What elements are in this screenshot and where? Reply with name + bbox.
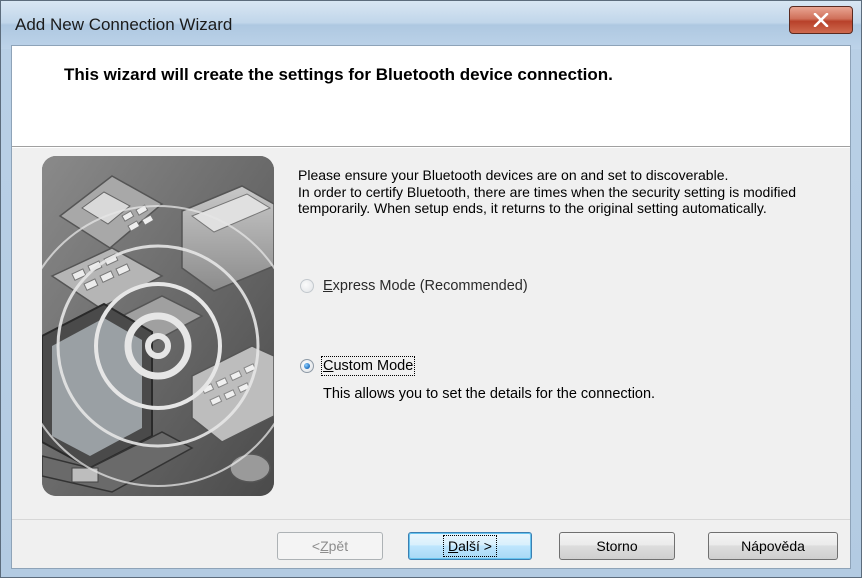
title-bar[interactable]: Add New Connection Wizard bbox=[1, 1, 861, 49]
help-button[interactable]: Nápověda bbox=[708, 532, 838, 560]
illustration-graphic bbox=[42, 156, 274, 496]
next-button-label: Další > bbox=[443, 535, 497, 557]
wizard-window: Add New Connection Wizard This wizard wi… bbox=[0, 0, 862, 578]
bluetooth-devices-illustration bbox=[42, 156, 274, 496]
header-title: This wizard will create the settings for… bbox=[64, 65, 613, 84]
back-button[interactable]: < Zpět bbox=[277, 532, 383, 560]
custom-mode-radio[interactable] bbox=[300, 359, 314, 373]
instruction-line-1: Please ensure your Bluetooth devices are… bbox=[298, 167, 729, 183]
header-divider bbox=[12, 147, 850, 148]
next-button[interactable]: Další > bbox=[408, 532, 532, 560]
instruction-line-2: In order to certify Bluetooth, there are… bbox=[298, 183, 797, 217]
express-mode-option[interactable]: Express Mode (Recommended) bbox=[300, 278, 528, 294]
express-mode-radio[interactable] bbox=[300, 279, 314, 293]
express-mode-label: Express Mode (Recommended) bbox=[323, 278, 528, 294]
close-x-icon bbox=[813, 13, 829, 27]
custom-mode-label: Custom Mode bbox=[320, 356, 416, 376]
footer-separator bbox=[12, 519, 850, 520]
wizard-client-area: This wizard will create the settings for… bbox=[11, 45, 851, 569]
custom-mode-option[interactable]: Custom Mode bbox=[300, 356, 416, 376]
wizard-header: This wizard will create the settings for… bbox=[12, 46, 850, 147]
cancel-button[interactable]: Storno bbox=[559, 532, 675, 560]
close-button[interactable] bbox=[789, 6, 853, 34]
window-title: Add New Connection Wizard bbox=[15, 15, 233, 34]
custom-mode-description: This allows you to set the details for t… bbox=[323, 386, 656, 402]
instruction-text: Please ensure your Bluetooth devices are… bbox=[298, 167, 828, 217]
